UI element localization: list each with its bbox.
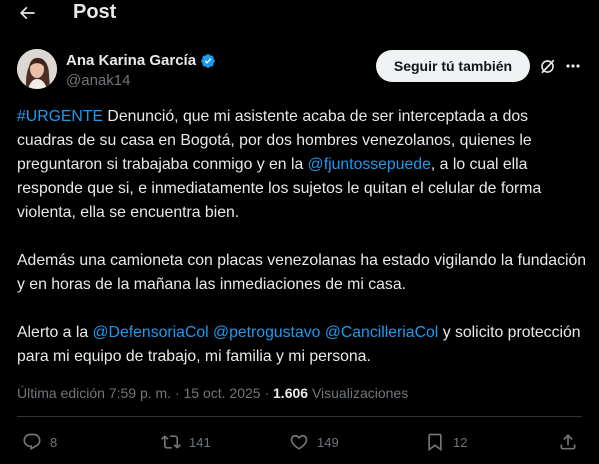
views-label: Visualizaciones xyxy=(308,385,409,401)
tweet-paragraph-2: Además una camioneta con placas venezola… xyxy=(17,252,587,293)
top-bar: Post xyxy=(0,0,599,26)
heart-icon xyxy=(290,434,308,450)
divider xyxy=(17,416,582,417)
more-options-icon[interactable] xyxy=(566,63,580,69)
grok-icon[interactable] xyxy=(538,57,557,76)
mention-link[interactable]: @fjuntossepuede xyxy=(308,156,431,173)
author-name[interactable]: Ana Karina García xyxy=(66,52,196,69)
author-handle[interactable]: @anak14 xyxy=(66,72,130,89)
avatar[interactable] xyxy=(17,49,57,89)
verified-badge-icon[interactable] xyxy=(200,53,216,69)
reply-icon xyxy=(23,433,41,451)
share-button[interactable] xyxy=(558,432,578,452)
repost-button[interactable]: 141 xyxy=(161,432,211,452)
follow-button[interactable]: Seguir tú también xyxy=(376,50,530,82)
bookmark-button[interactable]: 12 xyxy=(425,432,467,452)
share-icon xyxy=(560,434,576,450)
page-title: Post xyxy=(73,1,117,23)
author-name-row[interactable]: Ana Karina García xyxy=(66,52,216,69)
views-count: 1.606 xyxy=(273,385,309,401)
mention-link[interactable]: @CancilleriaCol xyxy=(325,324,439,341)
tweet-text: #URGENTE Denunció, que mi asistente acab… xyxy=(17,105,587,369)
repost-icon xyxy=(161,435,181,449)
reply-count: 8 xyxy=(50,434,58,450)
hashtag-link[interactable]: #URGENTE xyxy=(17,108,103,125)
bookmark-icon xyxy=(428,433,442,452)
back-arrow-icon[interactable] xyxy=(17,3,37,23)
tweet-text-segment: Alerto a la xyxy=(17,324,93,341)
like-count: 149 xyxy=(317,434,339,450)
mention-link[interactable]: @DefensoriaCol xyxy=(93,324,209,341)
tweet-meta: Última edición 7:59 p. m. · 15 oct. 2025… xyxy=(17,385,408,401)
bookmark-count: 12 xyxy=(453,434,468,450)
tweet-paragraph-3: Alerto a la @DefensoriaCol @petrogustavo… xyxy=(17,321,587,369)
like-button[interactable]: 149 xyxy=(289,432,339,452)
tweet-paragraph-1: #URGENTE Denunció, que mi asistente acab… xyxy=(17,105,587,225)
reply-button[interactable]: 8 xyxy=(22,432,57,452)
mention-link[interactable]: @petrogustavo xyxy=(213,324,320,341)
repost-count: 141 xyxy=(189,434,211,450)
edit-timestamp[interactable]: Última edición 7:59 p. m. · 15 oct. 2025… xyxy=(17,385,273,401)
